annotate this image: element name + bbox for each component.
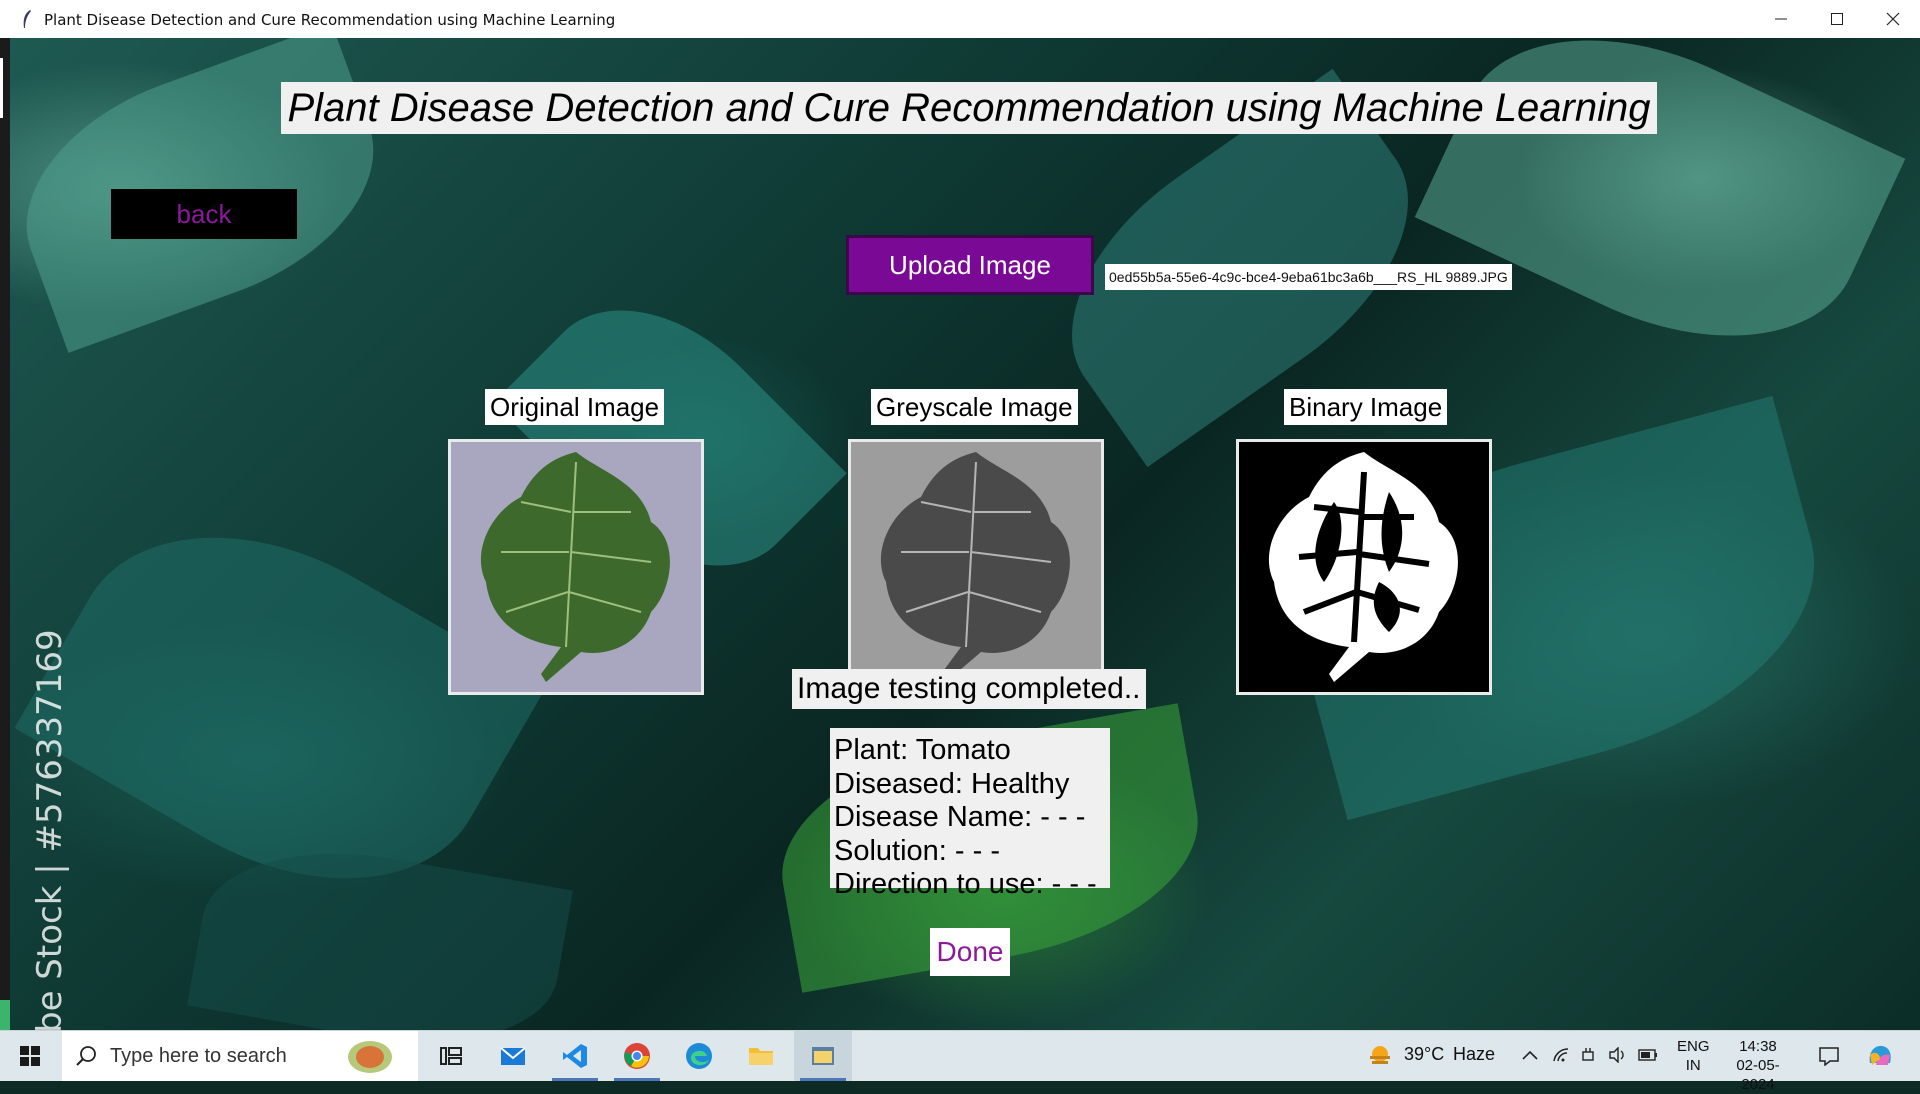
notification-icon[interactable] — [1818, 1046, 1840, 1066]
windows-icon — [20, 1046, 40, 1066]
minimize-icon — [1775, 18, 1787, 20]
edge-tick — [0, 58, 3, 118]
taskbar: Type here to search 39°C Haze ENG IN 14:… — [0, 1030, 1920, 1093]
search-highlight-icon — [348, 1041, 392, 1073]
close-icon — [1886, 12, 1900, 26]
minimize-button[interactable] — [1754, 0, 1810, 38]
battery-icon[interactable] — [1638, 1048, 1658, 1062]
mail-icon — [500, 1047, 526, 1065]
result-direction: Direction to use: - - - — [834, 868, 1097, 901]
vscode-app[interactable] — [546, 1031, 604, 1081]
left-edge-strip — [0, 38, 10, 1030]
original-image-label: Original Image — [485, 389, 665, 425]
language-indicator[interactable]: ENG IN — [1677, 1037, 1710, 1075]
selected-file-name: 0ed55b5a-55e6-4c9c-bce4-9eba61bc3a6b___R… — [1105, 264, 1512, 290]
task-view-icon — [440, 1047, 462, 1065]
leaf-binary-image — [1239, 442, 1489, 692]
page-title: Plant Disease Detection and Cure Recomme… — [281, 82, 1657, 134]
feather-icon — [23, 10, 31, 28]
stock-watermark: be Stock | #576337169 — [30, 629, 70, 1030]
plug-icon[interactable] — [1580, 1047, 1596, 1063]
search-placeholder: Type here to search — [110, 1045, 287, 1067]
binary-image-panel — [1236, 439, 1492, 695]
speaker-icon[interactable] — [1608, 1047, 1626, 1063]
chrome-app[interactable] — [608, 1031, 666, 1081]
maximize-button[interactable] — [1810, 0, 1866, 38]
vscode-icon — [563, 1044, 587, 1068]
wifi-icon[interactable] — [1552, 1047, 1570, 1063]
folder-icon — [749, 1048, 773, 1065]
taskbar-search-box[interactable]: Type here to search — [62, 1031, 418, 1081]
close-button[interactable] — [1866, 0, 1920, 38]
result-diseased: Diseased: Healthy — [834, 767, 1070, 800]
leaf-original-image — [451, 442, 701, 692]
python-app[interactable] — [794, 1031, 852, 1081]
result-solution: Solution: - - - — [834, 834, 1000, 867]
back-button[interactable]: back — [111, 189, 297, 239]
region-code: IN — [1685, 1057, 1701, 1074]
result-panel: Plant: Tomato Diseased: Healthy Disease … — [830, 728, 1110, 900]
window-title: Plant Disease Detection and Cure Recomme… — [44, 11, 616, 29]
original-image-panel — [448, 439, 704, 695]
chevron-up-icon[interactable] — [1522, 1049, 1538, 1061]
clock[interactable]: 14:38 02-05-2024 — [1720, 1037, 1796, 1094]
greyscale-image-label: Greyscale Image — [871, 389, 1078, 425]
status-message: Image testing completed.. — [792, 669, 1146, 709]
weather-condition[interactable]: Haze — [1453, 1044, 1495, 1065]
weather-temp[interactable]: 39°C — [1404, 1044, 1444, 1065]
result-plant: Plant: Tomato — [834, 734, 1011, 766]
start-button[interactable] — [0, 1031, 60, 1081]
edge-app[interactable] — [670, 1031, 728, 1081]
python-window-icon — [812, 1047, 834, 1065]
greyscale-image-panel — [848, 439, 1104, 695]
edge-icon — [686, 1043, 712, 1069]
clock-date: 02-05-2024 — [1736, 1057, 1780, 1093]
weather-icon — [1370, 1046, 1390, 1064]
edge-marker — [0, 1000, 10, 1030]
upload-image-button[interactable]: Upload Image — [846, 235, 1094, 295]
done-button[interactable]: Done — [930, 928, 1010, 976]
window-titlebar: Plant Disease Detection and Cure Recomme… — [0, 0, 1920, 39]
binary-image-label: Binary Image — [1284, 389, 1448, 425]
result-disease-name: Disease Name: - - - — [834, 801, 1086, 834]
copilot-icon[interactable] — [1866, 1043, 1894, 1069]
search-icon — [76, 1046, 96, 1066]
chrome-icon — [624, 1043, 650, 1069]
mail-app[interactable] — [484, 1031, 542, 1081]
clock-time: 14:38 — [1739, 1038, 1777, 1055]
maximize-icon — [1831, 13, 1843, 25]
task-view-button[interactable] — [422, 1031, 480, 1081]
bg-leaf — [187, 828, 573, 1030]
file-explorer-app[interactable] — [732, 1031, 790, 1081]
leaf-greyscale-image — [851, 442, 1101, 692]
language-code: ENG — [1677, 1038, 1710, 1055]
